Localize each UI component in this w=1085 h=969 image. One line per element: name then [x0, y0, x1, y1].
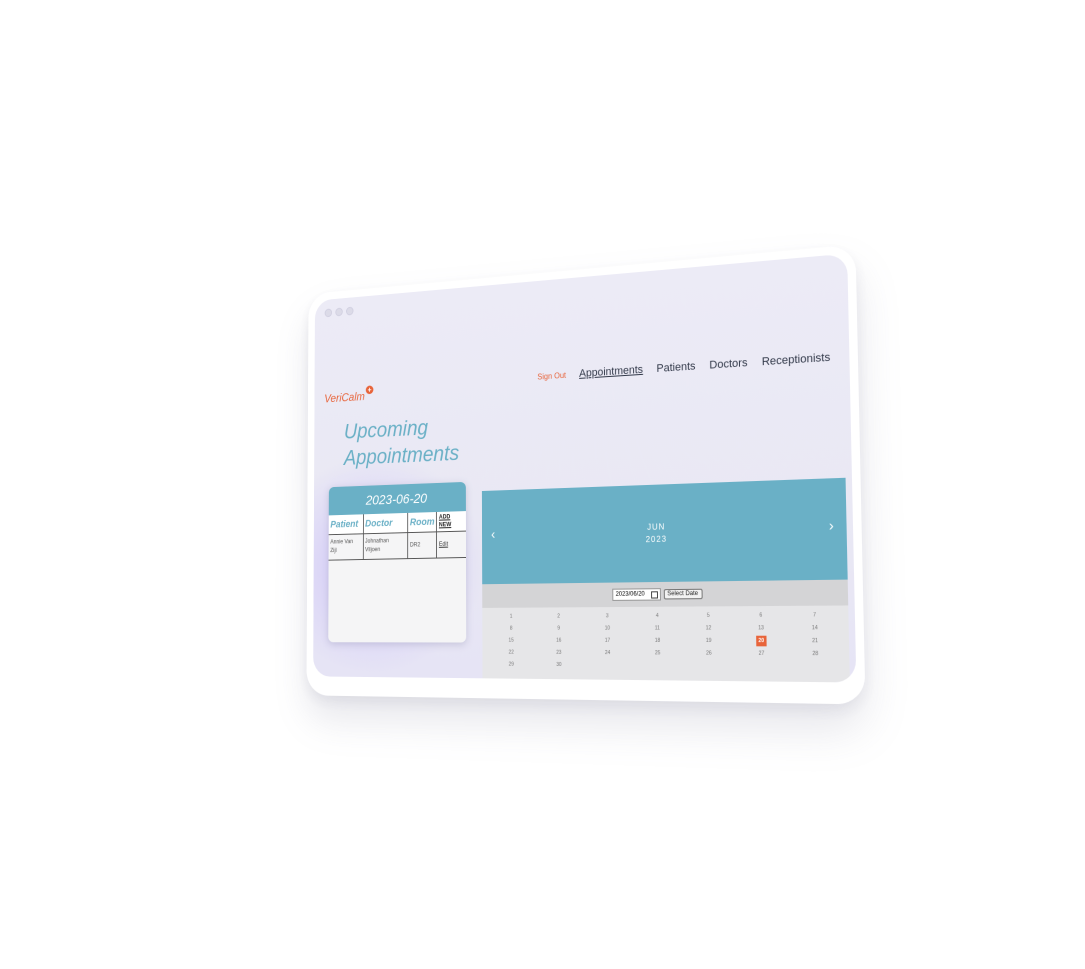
cell-action: Edit: [436, 531, 467, 559]
app-screen: VeriCalm + Sign Out Appointments Patient…: [313, 253, 857, 683]
column-header-patient: Patient: [328, 514, 364, 535]
calendar-month-year: JUN 2023: [482, 516, 847, 550]
nav-item-patients[interactable]: Patients: [656, 360, 695, 375]
calendar-day[interactable]: 3: [583, 611, 632, 621]
calendar-day[interactable]: 8: [488, 624, 535, 634]
stage: VeriCalm + Sign Out Appointments Patient…: [0, 0, 1085, 969]
calendar-day[interactable]: 16: [535, 636, 583, 646]
calendar-day[interactable]: 26: [683, 648, 735, 659]
cell-doctor: Johnathan Viljoen: [362, 532, 408, 560]
calendar-day[interactable]: 21: [788, 636, 843, 647]
window-dot-icon: [324, 308, 333, 318]
calendar-day[interactable]: 23: [535, 648, 583, 658]
window-controls: [324, 306, 354, 318]
calendar-day[interactable]: 30: [535, 660, 583, 670]
calendar-day[interactable]: 4: [632, 611, 683, 622]
calendar-day-empty: [683, 661, 735, 672]
calendar-controls: 2023/06/20 Select Date: [482, 579, 849, 608]
calendar-icon[interactable]: [650, 590, 658, 599]
date-input-value: 2023/06/20: [615, 591, 645, 598]
calendar-day-empty: [633, 660, 684, 671]
calendar-day[interactable]: 1: [488, 612, 535, 622]
window-dot-icon: [335, 307, 343, 317]
calendar-header: ‹ JUN 2023 ›: [481, 477, 848, 585]
calendar-day-empty: [788, 661, 843, 672]
page-title: Upcoming Appointments: [344, 413, 459, 472]
table-row: Annie Van Zijl Johnathan Viljoen DR2 Edi…: [328, 531, 467, 561]
column-header-room: Room: [407, 511, 437, 533]
brand-name: VeriCalm: [324, 389, 365, 406]
appointments-date: 2023-06-20: [328, 481, 466, 516]
calendar-day[interactable]: 24: [583, 648, 632, 658]
calendar-day[interactable]: 13: [735, 623, 788, 634]
calendar-day[interactable]: 22: [488, 648, 535, 658]
calendar-day-empty: [583, 660, 633, 671]
page-title-line2: Appointments: [343, 440, 460, 470]
calendar-day[interactable]: 19: [683, 636, 735, 647]
plus-circle-icon: +: [365, 385, 374, 395]
window-dot-icon: [346, 306, 354, 316]
calendar-day[interactable]: 11: [632, 623, 683, 633]
nav-item-appointments[interactable]: Appointments: [579, 364, 643, 380]
appointments-table: Patient Doctor Room ADD NEW Annie Van Zi…: [328, 511, 467, 561]
column-header-doctor: Doctor: [362, 512, 408, 534]
calendar-day[interactable]: 14: [788, 623, 843, 634]
calendar-day[interactable]: 27: [735, 648, 788, 659]
edit-link[interactable]: Edit: [439, 541, 448, 547]
cell-patient: Annie Van Zijl: [328, 533, 363, 561]
calendar-day[interactable]: 6: [734, 610, 787, 621]
appointments-card: 2023-06-20 Patient Doctor Room ADD NEW A…: [328, 481, 467, 643]
calendar-day[interactable]: 28: [788, 649, 843, 660]
nav-item-doctors[interactable]: Doctors: [709, 357, 747, 372]
page-title-line1: Upcoming: [343, 415, 429, 444]
calendar-day[interactable]: 2: [535, 611, 583, 621]
calendar-day[interactable]: 25: [632, 648, 683, 659]
calendar-day[interactable]: 20: [755, 635, 767, 647]
calendar-day[interactable]: 15: [488, 636, 535, 646]
calendar-day[interactable]: 18: [632, 636, 683, 646]
brand-logo[interactable]: VeriCalm +: [324, 385, 374, 406]
calendar-day[interactable]: 29: [488, 659, 535, 669]
chevron-right-icon[interactable]: ›: [829, 517, 834, 534]
top-nav: Sign Out Appointments Patients Doctors R…: [537, 351, 830, 382]
calendar-day[interactable]: 7: [787, 610, 842, 621]
calendar-day[interactable]: 12: [683, 623, 735, 634]
add-new-button[interactable]: ADD NEW: [436, 511, 466, 532]
cell-room: DR2: [407, 531, 437, 559]
calendar-day-empty: [735, 661, 788, 672]
nav-item-receptionists[interactable]: Receptionists: [762, 351, 831, 368]
sign-out-link[interactable]: Sign Out: [537, 371, 566, 382]
calendar-day[interactable]: 17: [583, 636, 632, 646]
calendar-widget: ‹ JUN 2023 › 2023/06/20 Select Date 1234…: [481, 477, 850, 683]
select-date-button[interactable]: Select Date: [663, 588, 703, 600]
calendar-day[interactable]: 5: [683, 610, 735, 621]
date-input[interactable]: 2023/06/20: [612, 588, 661, 601]
tablet-frame: VeriCalm + Sign Out Appointments Patient…: [306, 244, 866, 705]
calendar-day[interactable]: 10: [583, 623, 632, 633]
calendar-days-grid: 1 2 3 4 5 6 7 8 9 10 11 12 13 14 15 16 17 18 19 20 21 22 23 24 2…: [482, 605, 849, 677]
calendar-day[interactable]: 9: [535, 623, 583, 633]
